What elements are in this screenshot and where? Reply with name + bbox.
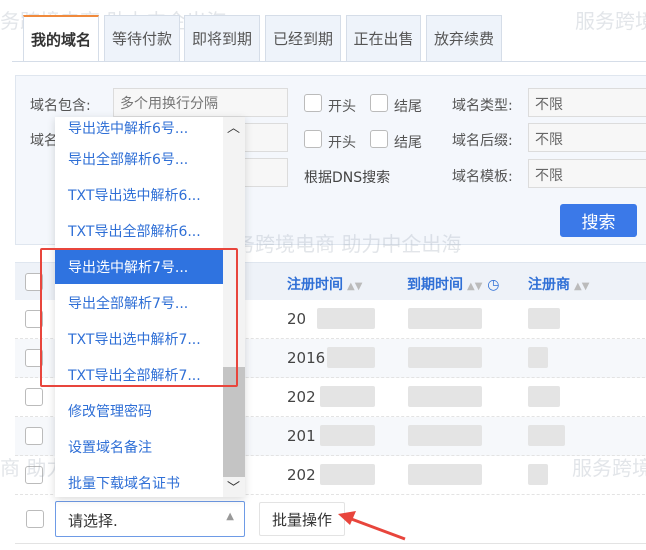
row-checkbox[interactable] xyxy=(25,427,43,445)
domain-type-select[interactable]: 不限 xyxy=(528,88,646,117)
scroll-down-icon[interactable]: ﹀ xyxy=(227,477,240,496)
tab-for-sale[interactable]: 正在出售 xyxy=(346,15,421,62)
tab-divider xyxy=(12,61,646,62)
ends-with-checkbox[interactable] xyxy=(370,94,388,112)
sort-icon[interactable]: ▲▼ xyxy=(347,281,362,292)
reg-date: 20 xyxy=(287,310,307,328)
domain-template-select[interactable]: 不限 xyxy=(528,159,646,188)
starts-with-label: 开头 xyxy=(328,99,356,115)
blurred-cell xyxy=(408,464,482,485)
search-button[interactable]: 搜索 xyxy=(560,204,637,237)
blurred-cell xyxy=(408,386,482,407)
blurred-cell xyxy=(408,308,482,329)
option-export-all-6[interactable]: 导出全部解析6号... xyxy=(55,140,223,176)
blurred-cell xyxy=(408,425,482,446)
row2-label: 域名 xyxy=(30,133,58,149)
tab-my-domains[interactable]: 我的域名 xyxy=(23,15,99,62)
ends-with-label: 结尾 xyxy=(394,99,422,115)
reg-date: 202 xyxy=(287,388,316,406)
starts-with-checkbox[interactable] xyxy=(304,94,322,112)
batch-action-select[interactable]: 请选择. ▲ xyxy=(55,501,245,537)
caret-up-icon: ▲ xyxy=(226,511,234,522)
scroll-up-icon[interactable]: ︿ xyxy=(227,117,240,136)
clock-icon[interactable]: ◷ xyxy=(487,277,499,293)
blurred-cell xyxy=(528,464,548,485)
tab-expired[interactable]: 已经到期 xyxy=(265,15,341,62)
dns-search-label[interactable]: 根据DNS搜索 xyxy=(304,167,390,187)
header-reg-date[interactable]: 注册时间 ▲▼ xyxy=(287,274,362,294)
domain-suffix-select[interactable]: 不限 xyxy=(528,123,646,152)
tab-pending-payment[interactable]: 等待付款 xyxy=(104,15,180,62)
template-label: 域名模板: xyxy=(452,169,513,185)
select-value: 请选择. xyxy=(68,512,118,530)
ends-with-label-2: 结尾 xyxy=(394,135,422,151)
red-arrow-annotation xyxy=(338,511,406,541)
header-exp-date-label: 到期时间 xyxy=(407,277,463,293)
blurred-cell xyxy=(528,386,560,407)
tab-abandoned[interactable]: 放弃续费 xyxy=(426,15,502,62)
blurred-cell xyxy=(320,386,375,407)
domain-contains-input[interactable] xyxy=(113,88,288,117)
suffix-label: 域名后缀: xyxy=(452,133,513,149)
table-bottom-border xyxy=(15,543,646,544)
reg-date: 202 xyxy=(287,466,316,484)
ends-with-checkbox-2[interactable] xyxy=(370,130,388,148)
option-txt-export-selected-6[interactable]: TXT导出选中解析6... xyxy=(55,176,223,212)
blurred-cell xyxy=(327,347,375,368)
option-txt-export-all-6[interactable]: TXT导出全部解析6... xyxy=(55,212,223,248)
starts-with-label-2: 开头 xyxy=(328,135,356,151)
blurred-cell xyxy=(320,425,375,446)
blurred-cell xyxy=(408,347,482,368)
sort-icon[interactable]: ▲▼ xyxy=(467,281,482,292)
header-reg-date-label: 注册时间 xyxy=(287,277,343,293)
blurred-cell xyxy=(320,464,375,485)
reg-date: 201 xyxy=(287,427,316,445)
blurred-cell xyxy=(528,347,548,368)
type-label: 域名类型: xyxy=(452,98,513,114)
header-registrar[interactable]: 注册商 ▲▼ xyxy=(528,274,589,294)
blurred-cell xyxy=(317,308,375,329)
option-download-certificates[interactable]: 批量下载域名证书 xyxy=(55,464,223,497)
header-registrar-label: 注册商 xyxy=(528,277,570,293)
option-set-remark[interactable]: 设置域名备注 xyxy=(55,428,223,464)
sort-icon[interactable]: ▲▼ xyxy=(574,281,589,292)
blurred-cell xyxy=(528,425,565,446)
reg-date: 2016 xyxy=(287,349,326,367)
bottom-select-all-checkbox[interactable] xyxy=(26,510,44,528)
row-checkbox[interactable] xyxy=(25,388,43,406)
highlight-box-annotation xyxy=(40,248,238,387)
header-exp-date[interactable]: 到期时间 ▲▼ ◷ xyxy=(407,274,499,294)
starts-with-checkbox-2[interactable] xyxy=(304,130,322,148)
option-change-password[interactable]: 修改管理密码 xyxy=(55,392,223,428)
tab-expiring-soon[interactable]: 即将到期 xyxy=(184,15,260,62)
contains-label: 域名包含: xyxy=(30,98,91,114)
blurred-cell xyxy=(528,308,560,329)
